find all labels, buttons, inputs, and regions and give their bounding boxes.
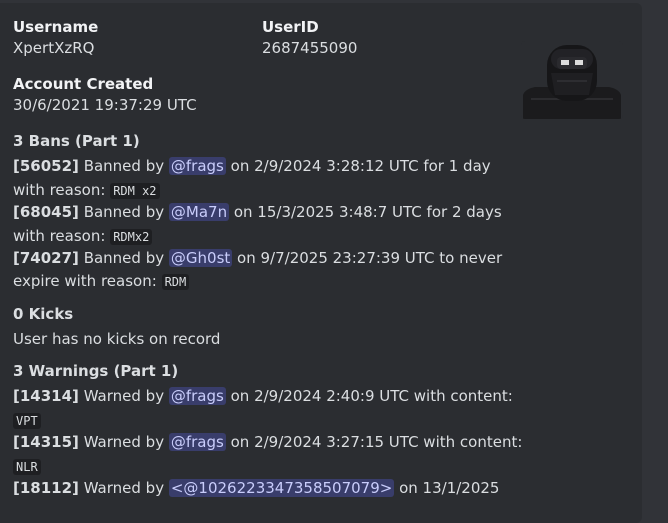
moderator-mention[interactable]: @frags (168, 433, 226, 451)
warning-details: on 2/9/2024 2:40:9 UTC with content: (230, 387, 513, 405)
reason-label: expire with reason: (13, 272, 157, 290)
warning-details: on 13/1/2025 (399, 479, 500, 497)
ban-reason: RDM (161, 274, 190, 290)
reason-label: with reason: (13, 227, 106, 245)
warning-id: [14315] (13, 433, 79, 451)
warning-content: VPT (13, 413, 41, 429)
warning-prefix: Warned by (83, 387, 165, 405)
ban-reason-line: expire with reason: RDM (13, 270, 190, 293)
warning-content-line: NLR (13, 455, 41, 478)
ban-reason-line: with reason: RDMx2 (13, 225, 153, 248)
moderator-mention[interactable]: @frags (168, 157, 226, 175)
kicks-text: User has no kicks on record (13, 330, 221, 348)
ban-details: on 2/9/2024 3:28:12 UTC for 1 day (230, 157, 491, 175)
bans-header: 3 Bans (Part 1) (13, 132, 140, 150)
ban-entry: [74027] Banned by @Gh0st on 9/7/2025 23:… (13, 247, 502, 269)
ban-details: on 15/3/2025 3:48:7 UTC for 2 days (233, 203, 502, 221)
warning-id: [18112] (13, 479, 79, 497)
warning-prefix: Warned by (83, 433, 165, 451)
warning-entry: [14315] Warned by @frags on 2/9/2024 3:2… (13, 431, 522, 453)
userid-field: UserID 2687455090 (262, 17, 357, 59)
embed-card: Username XpertXzRQ UserID 2687455090 Acc… (0, 3, 642, 523)
field-value: XpertXzRQ (13, 39, 95, 57)
user-id-mention[interactable]: <@1026223347358507079> (168, 479, 395, 497)
roblox-avatar-icon (521, 41, 623, 119)
ban-reason: RDMx2 (110, 229, 153, 245)
warning-details: on 2/9/2024 3:27:15 UTC with content: (230, 433, 523, 451)
field-label: Account Created (13, 75, 154, 93)
ban-prefix: Banned by (83, 203, 165, 221)
avatar[interactable] (521, 41, 623, 119)
ban-prefix: Banned by (83, 157, 165, 175)
field-label: UserID (262, 18, 319, 36)
ban-prefix: Banned by (83, 249, 165, 267)
field-label: Username (13, 18, 99, 36)
field-value: 30/6/2021 19:37:29 UTC (13, 96, 197, 114)
ban-entry: [68045] Banned by @Ma7n on 15/3/2025 3:4… (13, 201, 502, 223)
warning-id: [14314] (13, 387, 79, 405)
ban-id: [56052] (13, 157, 79, 175)
ban-reason: RDM x2 (110, 183, 160, 199)
warning-prefix: Warned by (83, 479, 165, 497)
warning-entry: [14314] Warned by @frags on 2/9/2024 2:4… (13, 385, 513, 407)
moderator-mention[interactable]: @frags (168, 387, 226, 405)
warning-content-line: VPT (13, 409, 41, 432)
warning-entry: [18112] Warned by <@1026223347358507079>… (13, 477, 499, 499)
ban-id: [68045] (13, 203, 79, 221)
username-field: Username XpertXzRQ (13, 17, 98, 59)
moderator-mention[interactable]: @Gh0st (168, 249, 233, 267)
warning-content: NLR (13, 459, 41, 475)
ban-entry: [56052] Banned by @frags on 2/9/2024 3:2… (13, 155, 491, 177)
ban-id: [74027] (13, 249, 79, 267)
moderator-mention[interactable]: @Ma7n (168, 203, 230, 221)
field-value: 2687455090 (262, 39, 358, 57)
account-created-field: Account Created 30/6/2021 19:37:29 UTC (13, 74, 197, 116)
reason-label: with reason: (13, 181, 106, 199)
warnings-header: 3 Warnings (Part 1) (13, 362, 179, 380)
ban-reason-line: with reason: RDM x2 (13, 179, 160, 202)
kicks-header: 0 Kicks (13, 305, 74, 323)
ban-details: on 9/7/2025 23:27:39 UTC to never (237, 249, 503, 267)
